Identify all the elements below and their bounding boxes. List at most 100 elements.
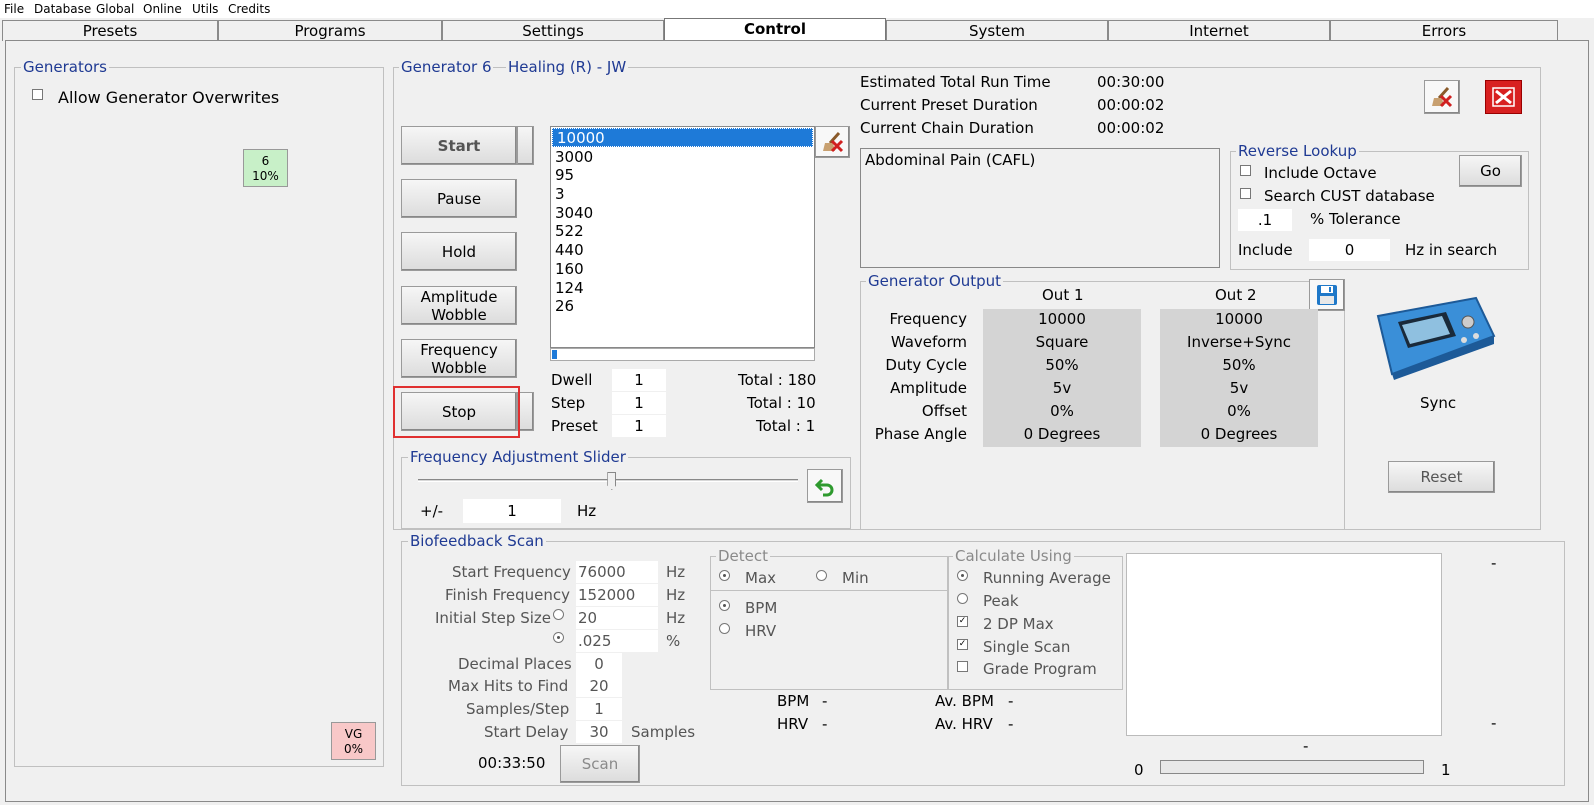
tolerance-input[interactable]: .1 [1238, 209, 1292, 231]
frequency-list-item[interactable]: 10000 [552, 128, 813, 147]
menu-online[interactable]: Online [143, 2, 182, 16]
program-name: Healing (R) - JW [506, 58, 629, 76]
step-hz-input[interactable]: 20 [576, 607, 658, 629]
step-percent-radio[interactable] [553, 632, 564, 643]
frequency-list-item[interactable]: 124 [551, 279, 814, 298]
amplitude-wobble-button[interactable]: Amplitude Wobble [401, 286, 517, 325]
start-frequency-unit: Hz [666, 563, 686, 581]
calculate-title: Calculate Using [953, 547, 1074, 565]
start-frequency-input[interactable]: 76000 [576, 561, 658, 583]
undo-button[interactable] [807, 469, 843, 503]
hold-button[interactable]: Hold [401, 232, 517, 271]
frequency-list-item[interactable]: 522 [551, 222, 814, 241]
menu-file[interactable]: File [4, 2, 24, 16]
frequency-list-item[interactable]: 95 [551, 166, 814, 185]
graph-range-bar[interactable] [1160, 760, 1424, 774]
graph-dash-top: - [1491, 554, 1497, 572]
tab-internet[interactable]: Internet [1108, 20, 1330, 41]
detect-hrv-radio[interactable] [719, 623, 730, 634]
vg-tile[interactable]: VG 0% [331, 722, 376, 760]
scan-button[interactable]: Scan [560, 745, 640, 783]
frequency-list[interactable]: 10000 3000 95 3 3040 522 440 160 124 26 [550, 126, 815, 348]
output-row-out1: 10000 [1038, 310, 1086, 328]
start-frequency-label: Start Frequency [452, 563, 571, 581]
samples-step-input[interactable]: 1 [576, 698, 622, 720]
samples-step-label: Samples/Step [466, 700, 570, 718]
search-cust-checkbox[interactable] [1240, 188, 1251, 199]
generators-panel [14, 67, 384, 767]
generator-6-percent: 10% [252, 169, 279, 183]
include-octave-checkbox[interactable] [1240, 165, 1251, 176]
frequency-wobble-button[interactable]: Frequency Wobble [401, 339, 517, 378]
allow-overwrites-checkbox[interactable] [32, 89, 43, 100]
dp-max-checkbox[interactable]: ✓ [957, 616, 968, 627]
adjust-hz-input[interactable]: 1 [463, 499, 561, 523]
close-button[interactable] [1485, 80, 1522, 114]
preset-duration-label: Current Preset Duration [860, 96, 1038, 114]
pause-button[interactable]: Pause [401, 179, 517, 218]
finish-frequency-label: Finish Frequency [445, 586, 570, 604]
output-row-out1: 5v [1052, 379, 1072, 397]
save-output-button[interactable] [1309, 279, 1345, 311]
start-delay-input[interactable]: 30 [576, 721, 622, 743]
output-row-out2: 0 Degrees [1200, 425, 1278, 443]
start-button[interactable]: Start [401, 126, 517, 165]
menu-credits[interactable]: Credits [228, 2, 270, 16]
freq-slider-title: Frequency Adjustment Slider [408, 448, 628, 466]
finish-frequency-input[interactable]: 152000 [576, 584, 658, 606]
running-average-radio[interactable] [957, 570, 968, 581]
step-hz-unit: Hz [666, 609, 686, 627]
detect-min-radio[interactable] [816, 570, 827, 581]
clear-button[interactable] [1424, 80, 1460, 114]
generator-6-tile[interactable]: 6 10% [243, 149, 288, 187]
go-button[interactable]: Go [1459, 155, 1522, 187]
frequency-list-item[interactable]: 3000 [551, 148, 814, 167]
output-row-out2: 0% [1227, 402, 1251, 420]
out1-header: Out 1 [1042, 286, 1084, 304]
tab-presets[interactable]: Presets [2, 20, 218, 41]
dwell-label: Dwell [551, 371, 593, 389]
tab-control[interactable]: Control [664, 18, 886, 41]
menu-utils[interactable]: Utils [192, 2, 218, 16]
tab-programs[interactable]: Programs [218, 20, 442, 41]
frequency-list-items: 10000 3000 95 3 3040 522 440 160 124 26 [551, 128, 814, 316]
frequency-list-item[interactable]: 26 [551, 297, 814, 316]
max-hits-input[interactable]: 20 [576, 675, 622, 697]
single-scan-checkbox[interactable]: ✓ [957, 639, 968, 650]
preset-value[interactable]: 1 [612, 415, 666, 437]
bpm-value: - [822, 692, 828, 710]
detect-bpm-radio[interactable] [719, 600, 730, 611]
decimal-places-input[interactable]: 0 [576, 653, 622, 675]
initial-step-label: Initial Step Size [435, 609, 551, 627]
step-hz-radio[interactable] [553, 609, 564, 620]
close-icon [1492, 87, 1515, 107]
dwell-total: Total : 180 [738, 371, 817, 389]
reset-button[interactable]: Reset [1388, 461, 1495, 493]
menu-database[interactable]: Database [34, 2, 91, 16]
menu-global[interactable]: Global [96, 2, 134, 16]
step-value[interactable]: 1 [612, 392, 666, 414]
include-hz-input[interactable]: 0 [1309, 239, 1390, 261]
tab-errors[interactable]: Errors [1330, 20, 1558, 41]
frequency-list-item[interactable]: 160 [551, 260, 814, 279]
tab-system[interactable]: System [886, 20, 1108, 41]
step-percent-input[interactable]: .025 [576, 630, 658, 652]
detect-max-radio[interactable] [719, 570, 730, 581]
grade-program-checkbox[interactable] [957, 661, 968, 672]
chain-duration-value: 00:00:02 [1097, 119, 1165, 137]
frequency-list-item[interactable]: 3040 [551, 204, 814, 223]
peak-radio[interactable] [957, 593, 968, 604]
step-total: Total : 10 [747, 394, 816, 412]
frequency-list-item[interactable]: 3 [551, 185, 814, 204]
tab-settings[interactable]: Settings [442, 20, 664, 41]
frequency-wobble-line2: Wobble [431, 358, 487, 377]
description-box[interactable]: Abdominal Pain (CAFL) [860, 148, 1220, 268]
frequency-list-item[interactable]: 440 [551, 241, 814, 260]
output-row-label: Duty Cycle [885, 356, 967, 374]
start-delay-label: Start Delay [484, 723, 569, 741]
start-dropdown-button[interactable] [517, 126, 534, 165]
dwell-value[interactable]: 1 [612, 369, 666, 391]
clear-list-button[interactable] [815, 126, 850, 158]
device-image [1372, 296, 1498, 380]
graph-dash-bottom: - [1491, 714, 1497, 732]
